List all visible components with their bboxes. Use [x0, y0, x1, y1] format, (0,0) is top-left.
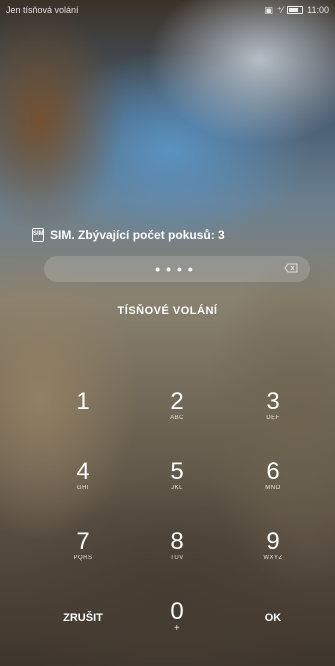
key-6[interactable]: 6 MNO — [233, 460, 313, 510]
key-5[interactable]: 5 JKL — [137, 460, 217, 510]
key-9-letters: WXYZ — [263, 555, 283, 561]
cancel-button[interactable]: ZRUŠIT — [43, 600, 123, 650]
key-0[interactable]: 0 + — [137, 600, 217, 650]
sim-status-icon: ▣ — [264, 4, 273, 15]
key-3-digit: 3 — [266, 388, 280, 415]
key-4[interactable]: 4 GHI — [43, 460, 123, 510]
sim-prompt-row: SIM SIM. Zbývající počet pokusů: 3 — [32, 228, 225, 242]
key-5-digit: 5 — [170, 458, 184, 485]
key-9-digit: 9 — [266, 528, 280, 555]
carrier-text: Jen tísňová volání — [6, 5, 79, 15]
key-8[interactable]: 8 TUV — [137, 530, 217, 580]
ok-button-label: OK — [264, 612, 282, 624]
key-7[interactable]: 7 PQRS — [43, 530, 123, 580]
key-4-letters: GHI — [76, 485, 90, 491]
key-4-digit: 4 — [76, 458, 90, 485]
key-8-digit: 8 — [170, 528, 184, 555]
pin-input[interactable]: •••• — [44, 256, 310, 282]
key-0-plus: + — [173, 623, 181, 634]
key-2-letters: ABC — [170, 415, 184, 421]
cancel-button-label: ZRUŠIT — [63, 612, 103, 624]
key-6-letters: MNO — [265, 485, 281, 491]
key-8-letters: TUV — [170, 555, 184, 561]
key-9[interactable]: 9 WXYZ — [233, 530, 313, 580]
status-time: 11:00 — [307, 5, 329, 15]
battery-icon — [287, 6, 304, 14]
key-3[interactable]: 3 DEF — [233, 390, 313, 440]
emergency-call-button[interactable]: TÍSŇOVÉ VOLÁNÍ — [0, 305, 335, 317]
status-bar: Jen tísňová volání ▣ ⁺⁄ 11:00 — [0, 0, 335, 20]
key-3-letters: DEF — [266, 415, 280, 421]
backspace-icon[interactable] — [284, 263, 298, 273]
pin-dots: •••• — [155, 261, 199, 277]
key-7-digit: 7 — [76, 528, 90, 555]
key-2[interactable]: 2 ABC — [137, 390, 217, 440]
key-2-digit: 2 — [170, 388, 184, 415]
ok-button[interactable]: OK — [233, 600, 313, 650]
sim-card-icon: SIM — [32, 228, 44, 242]
key-0-digit: 0 — [170, 598, 184, 625]
key-1-digit: 1 — [76, 388, 90, 415]
key-1[interactable]: 1 — [43, 390, 123, 440]
key-5-letters: JKL — [171, 485, 183, 491]
sim-prompt-text: SIM. Zbývající počet pokusů: 3 — [50, 228, 225, 242]
key-6-digit: 6 — [266, 458, 280, 485]
signal-icon: ⁺⁄ — [276, 4, 284, 15]
status-icons: ▣ ⁺⁄ 11:00 — [264, 5, 329, 16]
key-7-letters: PQRS — [73, 555, 93, 561]
